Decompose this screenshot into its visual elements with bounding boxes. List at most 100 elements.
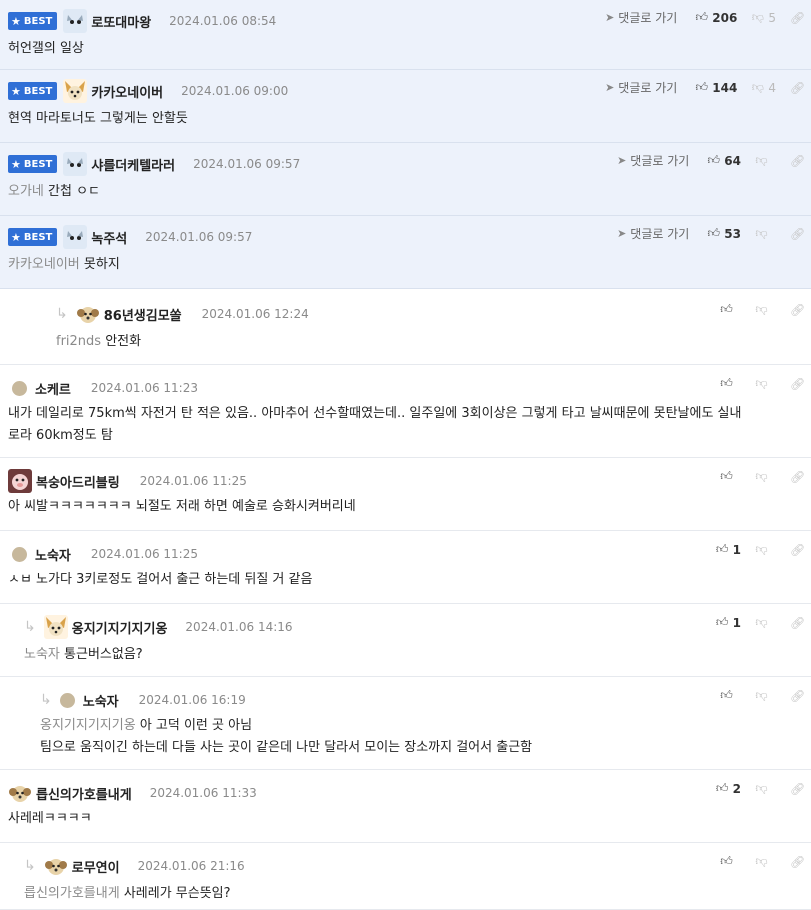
star-icon: ★ bbox=[11, 230, 21, 244]
goto-comment-link[interactable]: ➤ 댓글로 가기 bbox=[605, 79, 677, 96]
avatar bbox=[63, 79, 88, 103]
comment-header: ★ BEST 로또대마왕 2024.01.06 08:54 bbox=[8, 8, 276, 34]
thumbs-down-icon[interactable]: 👎︎ bbox=[755, 302, 768, 317]
author-name[interactable]: 노숙자 bbox=[35, 545, 71, 564]
upvote-count: 1 bbox=[732, 615, 741, 630]
reply-target[interactable]: 오가네 bbox=[8, 184, 44, 199]
thumbs-down-icon[interactable]: 👎︎ bbox=[755, 153, 768, 168]
thumbs-up-icon[interactable]: 👍︎ bbox=[720, 688, 733, 703]
comment-text: 통근버스없음? bbox=[64, 647, 143, 662]
comment-body: 노숙자 통근버스없음? bbox=[24, 644, 801, 666]
avatar bbox=[63, 152, 88, 176]
thumbs-down-icon[interactable]: 👎︎ bbox=[755, 542, 768, 557]
thumbs-up-icon[interactable]: 👍︎ bbox=[720, 469, 733, 484]
thumbs-up-icon[interactable]: 👍︎ bbox=[707, 153, 721, 168]
author-name[interactable]: 복숭아드리블링 bbox=[36, 472, 120, 491]
thumbs-down-icon[interactable]: 👎︎ bbox=[755, 854, 768, 869]
author-name[interactable]: 샤를더케텔라러 bbox=[91, 155, 175, 174]
link-icon[interactable]: 🔗︎ bbox=[790, 782, 805, 796]
thumbs-up-icon[interactable]: 👍︎ bbox=[720, 854, 733, 869]
link-icon[interactable]: 🔗︎ bbox=[790, 377, 805, 391]
reply-target[interactable]: fri2nds bbox=[56, 334, 101, 349]
thumbs-up-icon[interactable]: 👍︎ bbox=[716, 542, 729, 557]
thumbs-up-icon[interactable]: 👍︎ bbox=[695, 80, 709, 95]
send-icon: ➤ bbox=[617, 154, 627, 167]
comment-date: 2024.01.06 09:57 bbox=[145, 230, 253, 244]
comment-actions: ➤ 댓글로 가기 👍︎ 64 👎︎ 🔗︎ bbox=[617, 152, 805, 169]
link-icon[interactable]: 🔗︎ bbox=[790, 227, 805, 241]
reply-arrow-icon: ↳ bbox=[24, 619, 36, 635]
comment-header: 복숭아드리블링 2024.01.06 11:25 bbox=[8, 468, 247, 494]
reply-target[interactable]: 옹지기지기지기옹 bbox=[40, 718, 136, 733]
goto-comment-label: 댓글로 가기 bbox=[630, 227, 690, 241]
link-icon[interactable]: 🔗︎ bbox=[790, 689, 805, 703]
avatar bbox=[8, 781, 32, 805]
link-icon[interactable]: 🔗︎ bbox=[790, 855, 805, 869]
thumbs-up-icon[interactable]: 👍︎ bbox=[707, 226, 721, 241]
author-name[interactable]: 로또대마왕 bbox=[91, 12, 151, 31]
thumbs-down-icon[interactable]: 👎︎ bbox=[751, 10, 764, 25]
goto-comment-link[interactable]: ➤ 댓글로 가기 bbox=[617, 152, 689, 169]
avatar bbox=[75, 302, 100, 326]
comment-item: 노숙자 2024.01.06 11:25 👍︎ 1 👎︎ 🔗︎ ㅅㅂ 노가다 3키로정도 걸… bbox=[0, 531, 811, 604]
thumbs-down-icon[interactable]: 👎︎ bbox=[755, 615, 768, 630]
link-icon[interactable]: 🔗︎ bbox=[790, 303, 805, 317]
thumbs-down-icon[interactable]: 👎︎ bbox=[755, 469, 768, 484]
goto-comment-label: 댓글로 가기 bbox=[618, 11, 678, 25]
comment-body: 내가 데일리로 75km씩 자전거 탄 적은 있음.. 아마추어 선수할때였는데… bbox=[8, 403, 801, 447]
comment-text: 안전화 bbox=[105, 334, 142, 349]
thumbs-down-icon[interactable]: 👎︎ bbox=[755, 781, 768, 796]
thumbs-down-icon[interactable]: 👎︎ bbox=[755, 376, 768, 391]
comment-text: 사레레ㅋㅋㅋㅋ bbox=[8, 811, 92, 826]
best-label: BEST bbox=[23, 85, 53, 97]
comment-text: 아 씨발ㅋㅋㅋㅋㅋㅋㅋ 뇌절도 저래 하면 예술로 승화시켜버리네 bbox=[8, 499, 356, 514]
comment-text-line2: 로라 60km정도 탐 bbox=[8, 428, 113, 443]
thumbs-up-icon[interactable]: 👍︎ bbox=[716, 781, 729, 796]
comment-text: 간첩 ㅇㄷ bbox=[48, 184, 101, 199]
author-name[interactable]: 옹지기지기지기옹 bbox=[72, 618, 168, 637]
downvote-count: 4 bbox=[768, 80, 776, 95]
link-icon[interactable]: 🔗︎ bbox=[790, 81, 805, 95]
goto-comment-link[interactable]: ➤ 댓글로 가기 bbox=[617, 225, 689, 242]
comment-body: 사레레ㅋㅋㅋㅋ bbox=[8, 808, 801, 830]
thumbs-up-icon[interactable]: 👍︎ bbox=[720, 302, 733, 317]
author-name[interactable]: 릅신의가호를내게 bbox=[36, 784, 132, 803]
thumbs-up-icon[interactable]: 👍︎ bbox=[716, 615, 729, 630]
comment-item: ★ BEST 카카오네이버 2024.01.06 09:00 ➤ 댓글로 가기 👍︎ 144 👎… bbox=[0, 70, 811, 143]
thumbs-up-icon[interactable]: 👍︎ bbox=[695, 10, 709, 25]
comment-actions: ➤ 댓글로 가기 👍︎ 206 👎︎ 5 🔗︎ bbox=[605, 9, 805, 26]
upvote-count: 2 bbox=[732, 781, 741, 796]
thumbs-down-icon[interactable]: 👎︎ bbox=[755, 226, 768, 241]
avatar bbox=[12, 380, 27, 396]
author-name[interactable]: 노숙자 bbox=[83, 691, 119, 710]
author-name[interactable]: 86년생김모쏠 bbox=[104, 305, 182, 324]
comment-header: 소케르 2024.01.06 11:23 bbox=[12, 375, 198, 401]
link-icon[interactable]: 🔗︎ bbox=[790, 616, 805, 630]
reply-target[interactable]: 릅신의가호를내게 bbox=[24, 886, 120, 901]
link-icon[interactable]: 🔗︎ bbox=[790, 543, 805, 557]
thumbs-up-icon[interactable]: 👍︎ bbox=[720, 376, 733, 391]
author-name[interactable]: 소케르 bbox=[35, 379, 71, 398]
comment-body: 허언갤의 일상 bbox=[8, 38, 801, 60]
comment-actions: 👍︎ 👎︎ 🔗︎ bbox=[720, 376, 805, 391]
comment-body: 릅신의가호를내게 사레레가 무슨뜻임? bbox=[24, 883, 801, 905]
goto-comment-link[interactable]: ➤ 댓글로 가기 bbox=[605, 9, 677, 26]
reply-target[interactable]: 노숙자 bbox=[24, 647, 60, 662]
author-name[interactable]: 녹주석 bbox=[91, 228, 127, 247]
thumbs-down-icon[interactable]: 👎︎ bbox=[751, 80, 764, 95]
author-name[interactable]: 로무연이 bbox=[72, 857, 120, 876]
comment-text: 못하지 bbox=[83, 257, 120, 272]
author-name[interactable]: 카카오네이버 bbox=[91, 82, 163, 101]
comment-text: 내가 데일리로 75km씩 자전거 탄 적은 있음.. 아마추어 선수할때였는데… bbox=[8, 406, 742, 421]
link-icon[interactable]: 🔗︎ bbox=[790, 470, 805, 484]
comment-actions: 👍︎ 👎︎ 🔗︎ bbox=[720, 854, 805, 869]
best-badge: ★ BEST bbox=[8, 228, 58, 246]
send-icon: ➤ bbox=[605, 11, 615, 24]
thumbs-down-icon[interactable]: 👎︎ bbox=[755, 688, 768, 703]
comment-item: ★ BEST 샤를더케텔라러 2024.01.06 09:57 ➤ 댓글로 가기 👍︎ 64 👎… bbox=[0, 143, 811, 216]
link-icon[interactable]: 🔗︎ bbox=[790, 11, 805, 25]
link-icon[interactable]: 🔗︎ bbox=[790, 154, 805, 168]
comment-text: ㅅㅂ 노가다 3키로정도 걸어서 출근 하는데 뒤질 거 같음 bbox=[8, 572, 313, 587]
reply-target[interactable]: 카카오네이버 bbox=[8, 257, 80, 272]
comment-actions: 👍︎ 👎︎ 🔗︎ bbox=[720, 688, 805, 703]
